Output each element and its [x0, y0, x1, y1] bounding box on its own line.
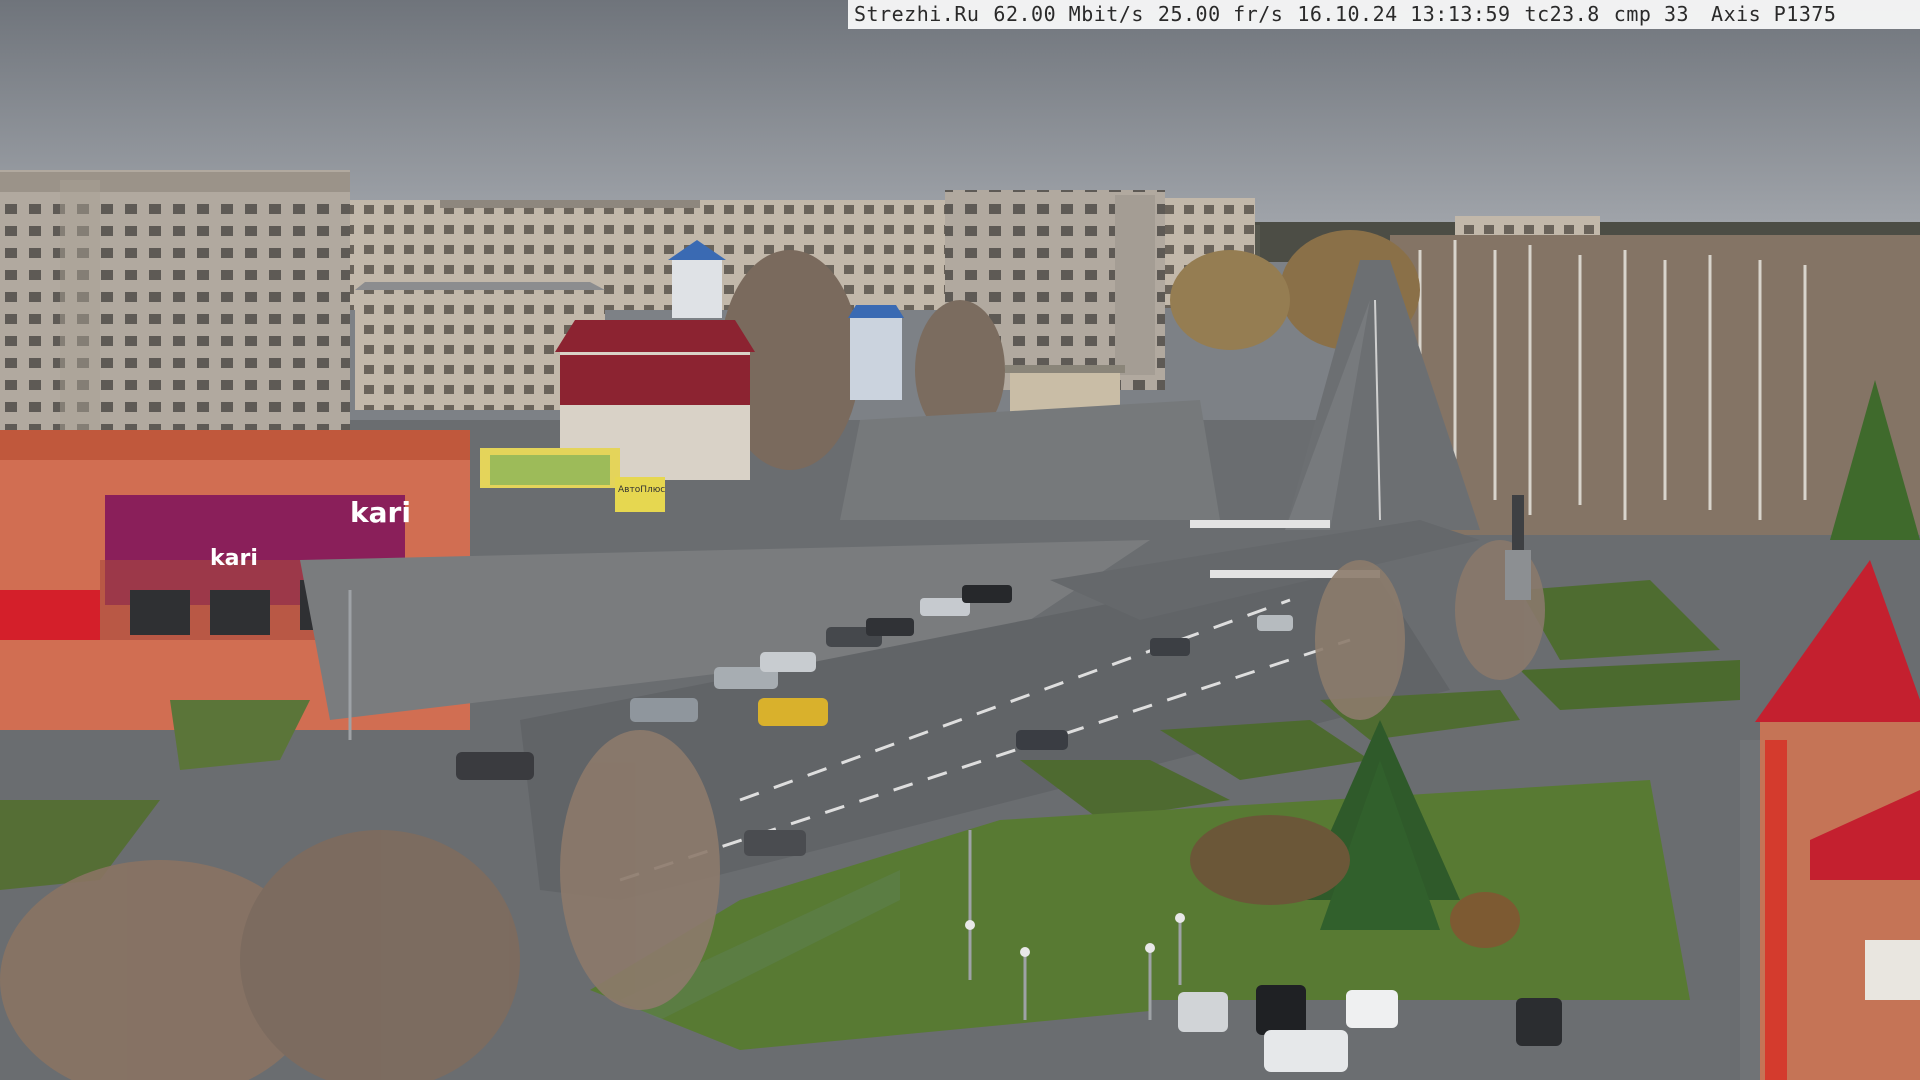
- kari-logo-text-side: kari: [210, 546, 258, 571]
- shop-sign-text: AвтоПлюс: [618, 485, 665, 495]
- camera-info-overlay: Strezhi.Ru 62.00 Mbit/s 25.00 fr/s 16.10…: [848, 0, 1920, 29]
- overlay-datetime: 16.10.24 13:13:59: [1297, 2, 1511, 26]
- overlay-cmp: cmp 33: [1613, 2, 1690, 26]
- webcam-scene: kari kari AвтоПлюс: [0, 0, 1920, 1080]
- overlay-camera-model: Axis P1375: [1711, 2, 1837, 26]
- overlay-site: Strezhi.Ru: [854, 2, 980, 26]
- overlay-tc: tc23.8: [1524, 2, 1600, 26]
- central-square: [840, 400, 1220, 520]
- parking-lot: [1150, 1000, 1730, 1080]
- kari-logo-text: kari: [350, 496, 411, 529]
- birch-forest-right: [1390, 235, 1920, 535]
- monument-pedestal: [1505, 550, 1531, 600]
- overlay-bitrate: 62.00 Mbit/s: [993, 2, 1144, 26]
- overlay-framerate: 25.00 fr/s: [1157, 2, 1284, 26]
